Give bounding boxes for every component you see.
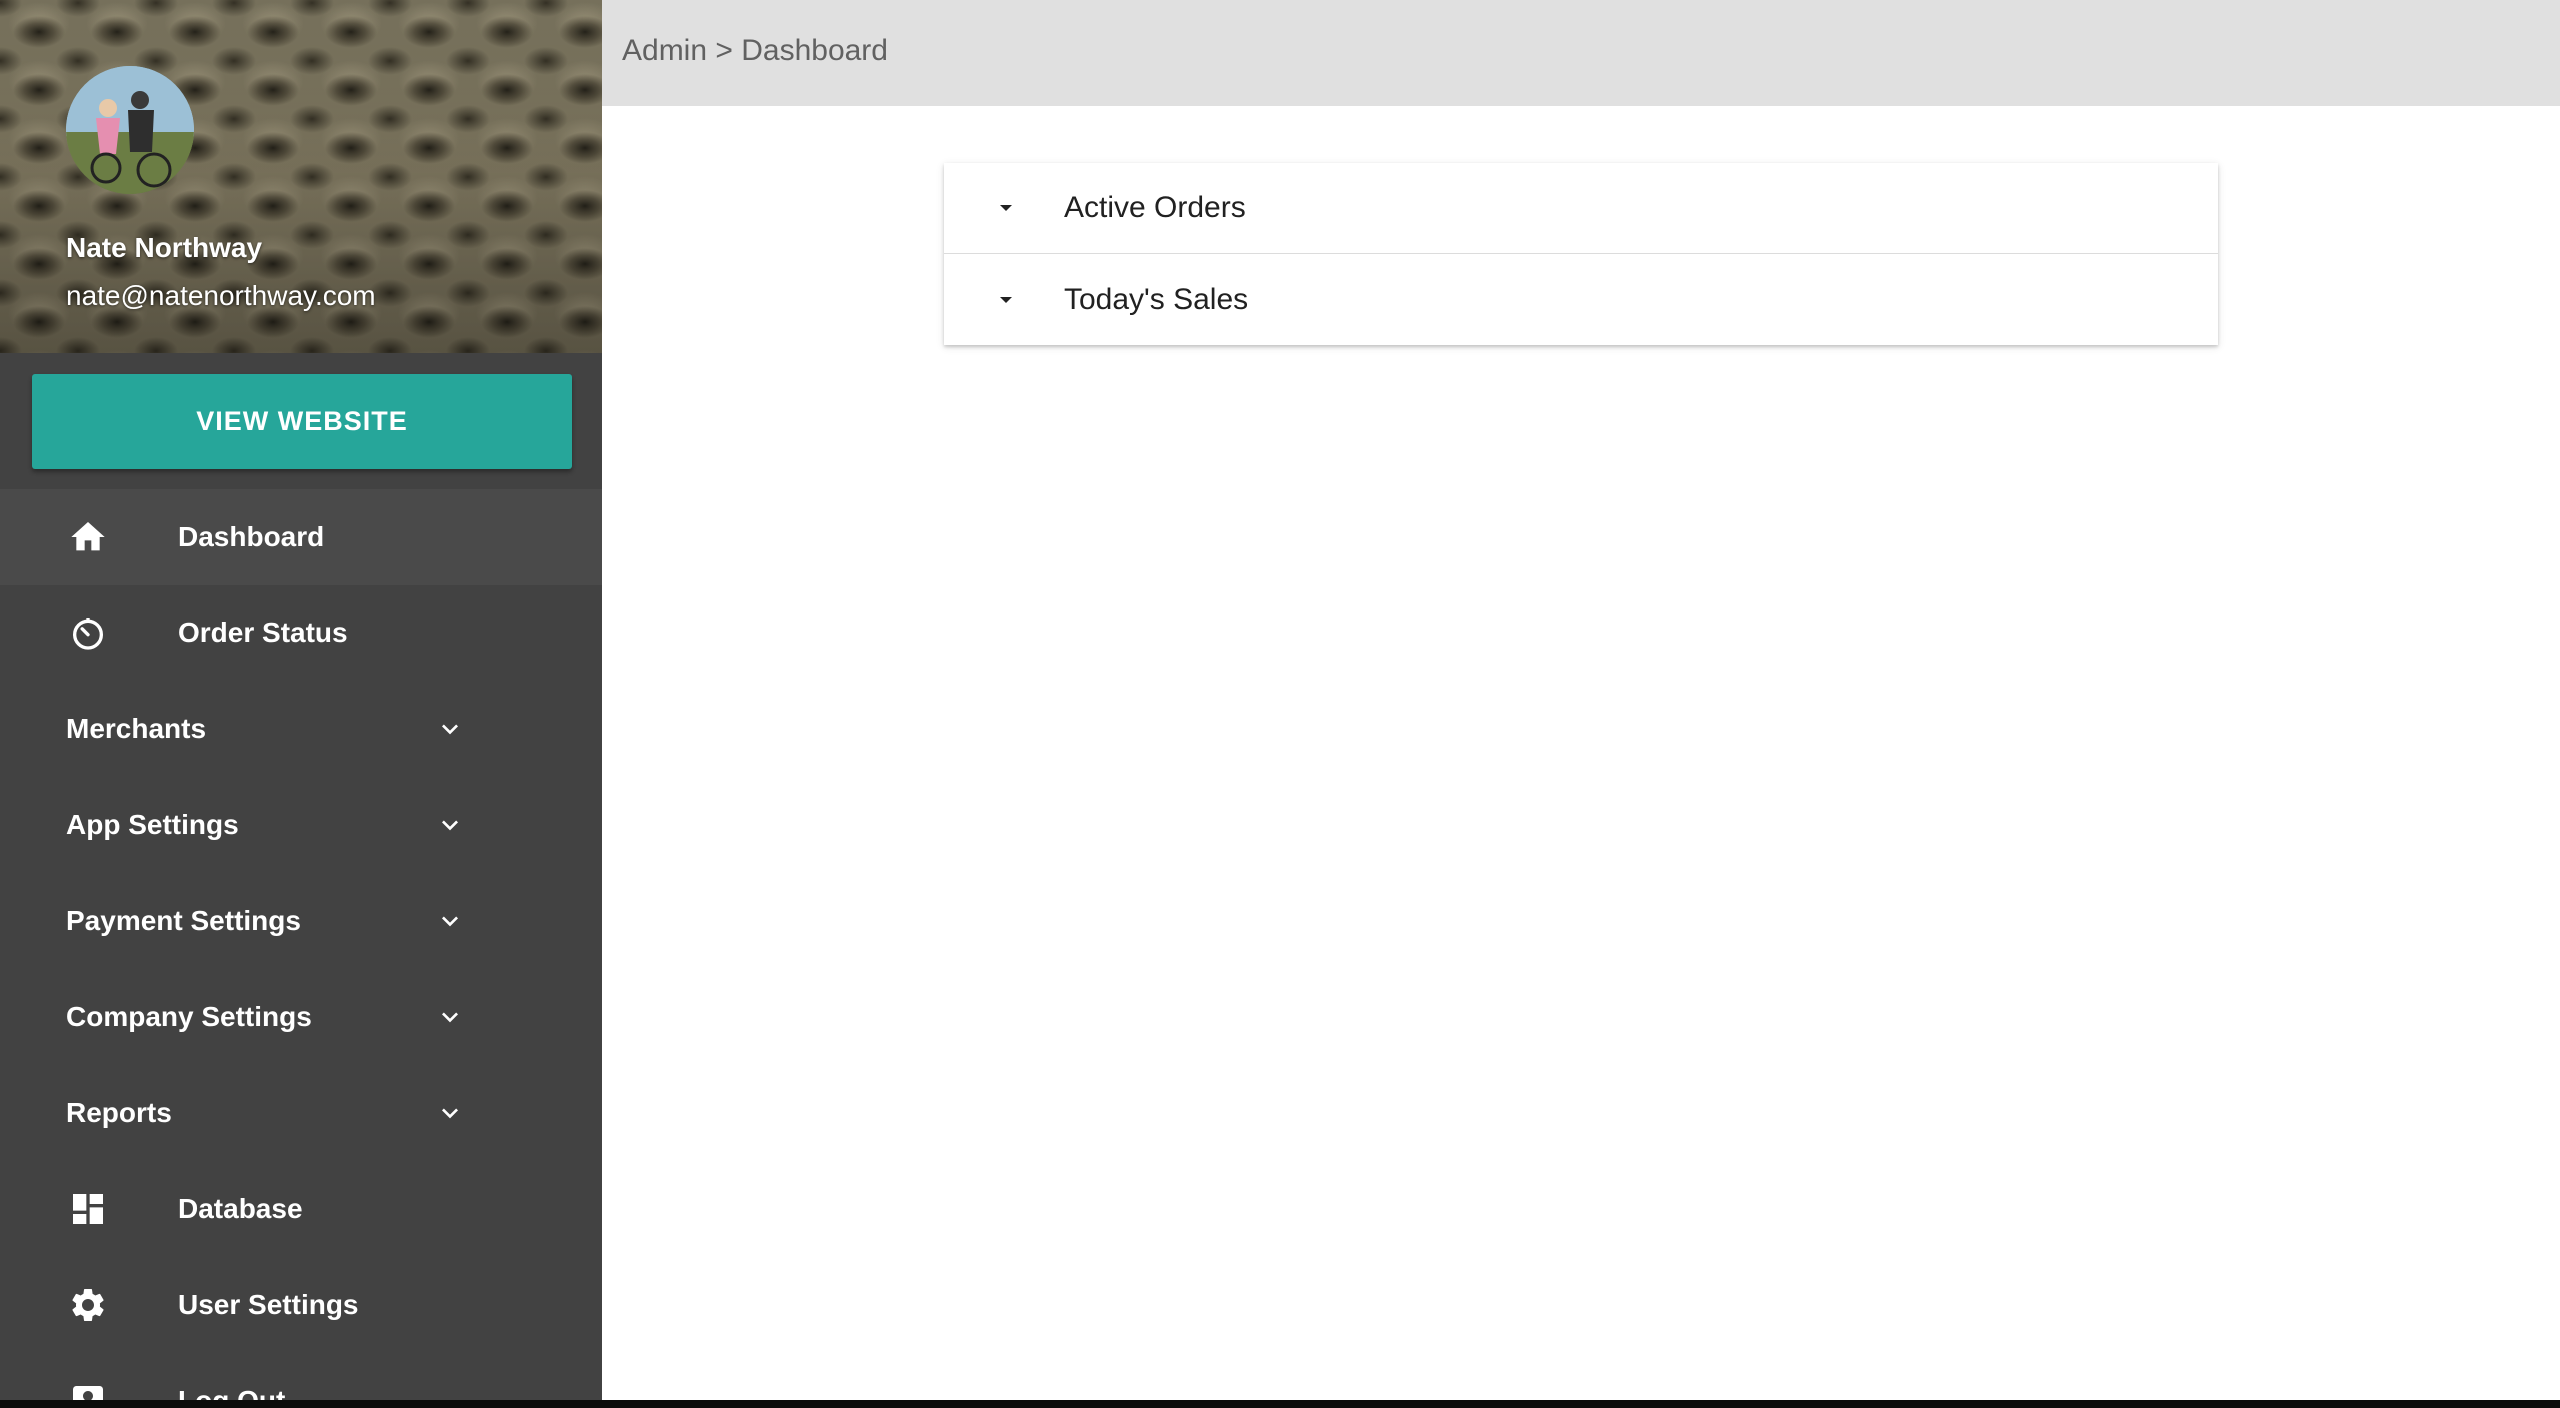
sidebar-item-label: User Settings: [178, 1289, 359, 1320]
avatar[interactable]: [66, 66, 194, 194]
todays-sales-panel-header[interactable]: Today's Sales: [944, 254, 2218, 345]
caret-down-icon: [994, 196, 1018, 220]
top-bar: Admin > Dashboard: [602, 0, 2560, 106]
sidebar-item-user-settings[interactable]: User Settings: [0, 1257, 602, 1353]
avatar-photo: [66, 66, 194, 194]
admin-app: Nate Northway nate@natenorthway.com VIEW…: [0, 0, 2560, 1400]
sidebar-item-merchants[interactable]: Merchants: [0, 681, 602, 777]
sidebar-item-order-status[interactable]: Order Status: [0, 585, 602, 681]
sidebar-item-label: Payment Settings: [66, 905, 301, 936]
sidebar-item-dashboard[interactable]: Dashboard: [0, 489, 602, 585]
sidebar-item-company-settings[interactable]: Company Settings: [0, 969, 602, 1065]
sidebar: Nate Northway nate@natenorthway.com VIEW…: [0, 0, 602, 1400]
account-box-icon: [66, 1379, 110, 1400]
profile-email[interactable]: nate@natenorthway.com: [66, 280, 376, 312]
panel-title: Active Orders: [1064, 191, 1246, 224]
dashboard-grid-icon: [66, 1187, 110, 1231]
sidebar-item-label: Log Out: [178, 1385, 285, 1400]
chevron-down-icon: [430, 709, 470, 749]
chevron-down-icon: [430, 997, 470, 1037]
profile-name: Nate Northway: [66, 232, 263, 263]
sidebar-item-reports[interactable]: Reports: [0, 1065, 602, 1161]
panel-title: Today's Sales: [1064, 282, 1249, 316]
profile-header: Nate Northway nate@natenorthway.com: [0, 0, 602, 353]
breadcrumb: Admin > Dashboard: [622, 34, 888, 67]
chevron-down-icon: [430, 1093, 470, 1133]
view-website-button[interactable]: VIEW WEBSITE: [32, 374, 572, 469]
sidebar-nav: Dashboard Order Status Merchants App Set…: [0, 489, 602, 1400]
sidebar-item-payment-settings[interactable]: Payment Settings: [0, 873, 602, 969]
sidebar-item-label: Dashboard: [178, 521, 325, 552]
sidebar-item-app-settings[interactable]: App Settings: [0, 777, 602, 873]
dashboard-collapsible: Active Orders Today's Sales: [944, 163, 2218, 345]
sidebar-item-label: App Settings: [66, 809, 239, 840]
caret-down-icon: [994, 288, 1018, 312]
timer-icon: [66, 611, 110, 655]
chevron-down-icon: [430, 901, 470, 941]
chevron-down-icon: [430, 805, 470, 845]
active-orders-panel-header[interactable]: Active Orders: [944, 163, 2218, 254]
sidebar-item-label: Company Settings: [66, 1001, 312, 1032]
sidebar-item-label: Reports: [66, 1097, 172, 1128]
sidebar-item-database[interactable]: Database: [0, 1161, 602, 1257]
sidebar-item-log-out[interactable]: Log Out: [0, 1353, 602, 1400]
home-icon: [66, 515, 110, 559]
sidebar-item-label: Database: [178, 1193, 303, 1224]
gear-icon: [66, 1283, 110, 1327]
sidebar-item-label: Order Status: [178, 617, 348, 648]
sidebar-item-label: Merchants: [66, 713, 207, 744]
